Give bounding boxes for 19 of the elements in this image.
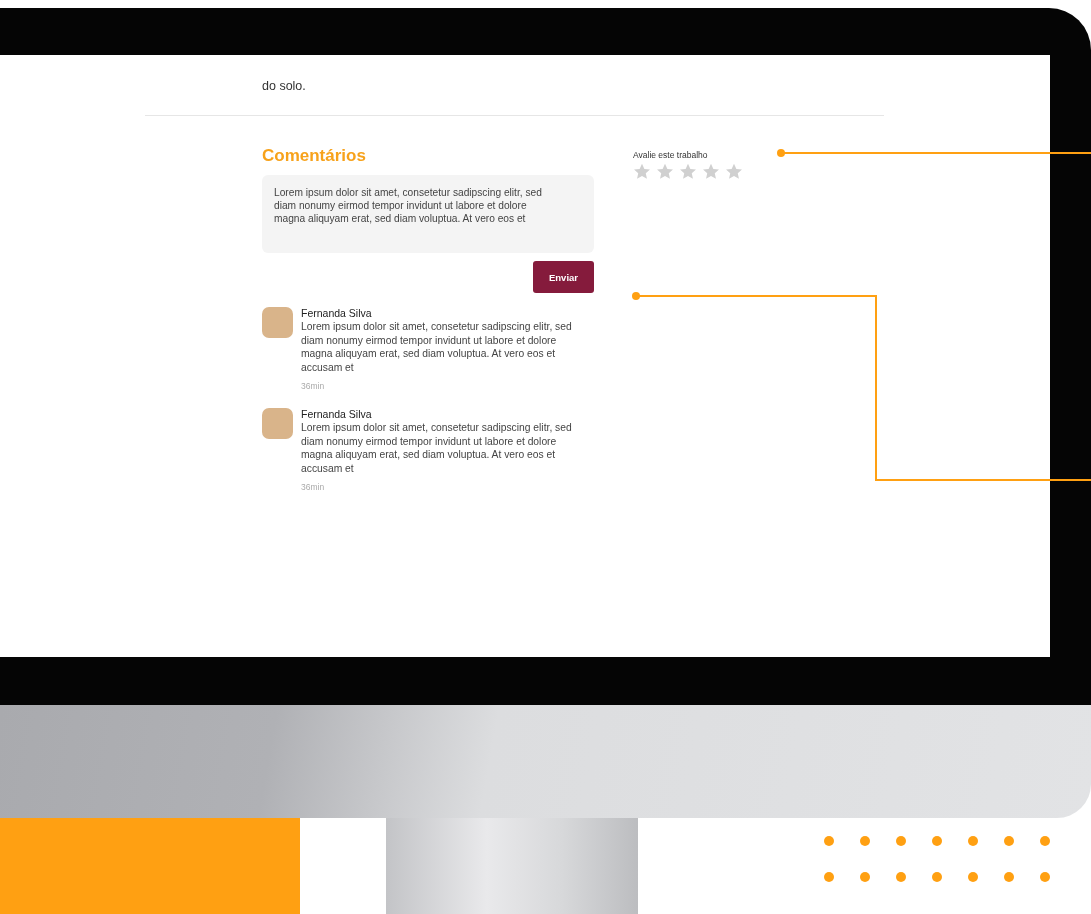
- star-icon[interactable]: [656, 163, 674, 180]
- comment-input[interactable]: Lorem ipsum dolor sit amet, consetetur sadipscing elitr, sed diam nonumy eirmod tempor invidunt ut labore et dolore magna aliquyam erat, sed diam voluptua. At vero eos et: [262, 175, 594, 253]
- comment-time: 36min: [301, 381, 326, 391]
- avatar: [262, 307, 293, 338]
- star-icon[interactable]: [633, 163, 651, 180]
- article-text: do solo.: [261, 78, 307, 94]
- comment-text: Lorem ipsum dolor sit amet, consetetur sadipscing elitr, sed diam nonumy eirmod tempor invidunt ut labore et dolore magna aliquyam erat, sed diam voluptua. At vero eos et accusam et: [301, 320, 573, 374]
- comment-time: 36min: [301, 482, 326, 492]
- comment-author: Fernanda Silva: [301, 408, 373, 421]
- comments-title: Comentários: [262, 145, 367, 167]
- comment-text: Lorem ipsum dolor sit amet, consetetur sadipscing elitr, sed diam nonumy eirmod tempor invidunt ut labore et dolore magna aliquyam erat, sed diam voluptua. At vero eos et accusam et: [301, 421, 573, 475]
- comment-author: Fernanda Silva: [301, 307, 373, 320]
- star-icon[interactable]: [702, 163, 720, 180]
- star-icon[interactable]: [725, 163, 743, 180]
- avatar: [262, 408, 293, 439]
- star-icon[interactable]: [679, 163, 697, 180]
- star-rating[interactable]: [633, 163, 743, 180]
- send-button[interactable]: Enviar: [533, 261, 594, 293]
- rating-label: Avalie este trabalho: [633, 150, 709, 160]
